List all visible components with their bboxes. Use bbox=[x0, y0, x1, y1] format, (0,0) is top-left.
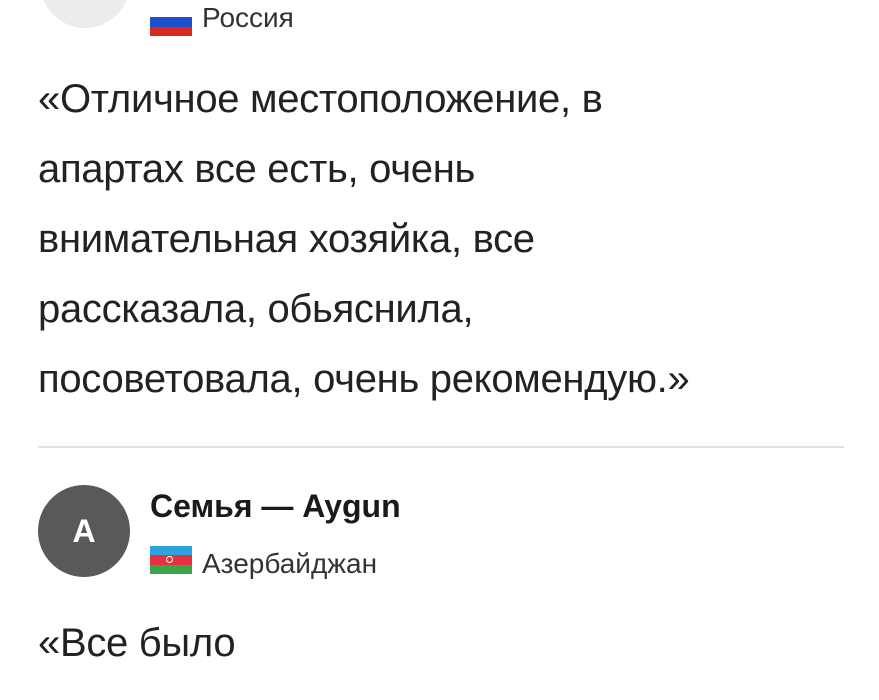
reviewer-country: Россия bbox=[202, 2, 294, 33]
review-text-line: рассказала, обьяснила, bbox=[38, 287, 474, 331]
review-text-line: внимательная хозяйка, все bbox=[38, 217, 535, 261]
review-text: «Отличное местоположение, в апартах все … bbox=[38, 64, 848, 414]
review-text: «Все было bbox=[38, 608, 848, 678]
reviewer-country: Азербайджан bbox=[202, 548, 378, 579]
russia-flag-icon bbox=[150, 8, 192, 36]
review-text-line: посоветовала, очень рекомендую.» bbox=[38, 357, 690, 401]
review-text-line: «Отличное местоположение, в bbox=[38, 77, 603, 121]
azerbaijan-flag-icon bbox=[150, 546, 192, 574]
avatar-letter: A bbox=[72, 512, 96, 549]
reviewer-avatar[interactable]: A bbox=[38, 485, 130, 577]
reviewer-name: Семья — Aygun bbox=[150, 488, 401, 524]
review-divider bbox=[38, 446, 844, 448]
reviews-page: Россия «Отличное местоположение, в апарт… bbox=[0, 0, 879, 700]
reviewer-avatar[interactable] bbox=[40, 0, 130, 28]
review-text-line: апартах все есть, очень bbox=[38, 147, 476, 191]
review-text-line: «Все было bbox=[38, 621, 236, 665]
